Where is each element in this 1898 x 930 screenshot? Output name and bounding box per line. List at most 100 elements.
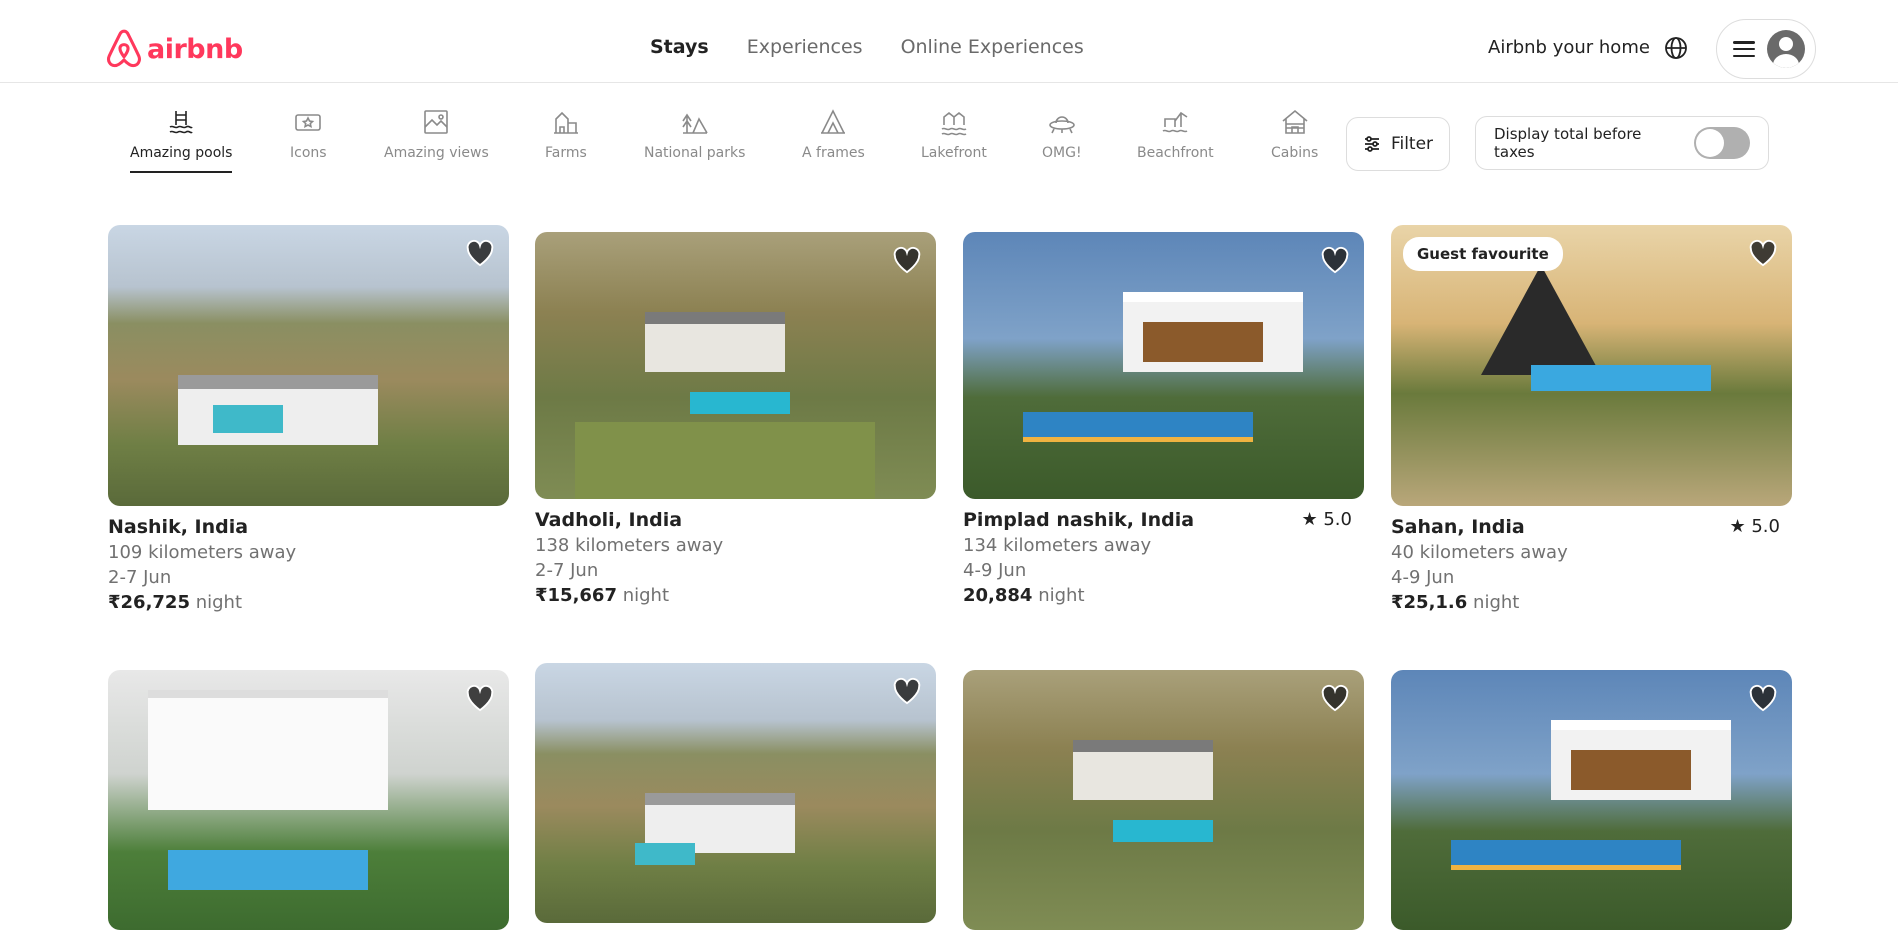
globe-icon[interactable] [1664,36,1688,60]
listing-card[interactable]: Guest favourite Sahan, India ★ 5.0 40 ki… [1391,225,1792,613]
filter-button[interactable]: Filter [1346,117,1450,171]
rating-value: 5.0 [1323,509,1352,530]
airbnb-your-home-link[interactable]: Airbnb your home [1488,37,1650,58]
hamburger-icon [1733,41,1755,57]
heart-icon[interactable] [892,677,922,705]
price-unit: night [1473,592,1520,613]
category-label: A frames [802,145,865,161]
listing-photo[interactable] [963,232,1364,499]
listing-title: Vadholi, India [535,509,683,531]
aframe-icon [821,109,846,134]
category-label: National parks [644,145,746,161]
guest-favourite-badge: Guest favourite [1403,237,1563,271]
category-icons[interactable]: Icons [290,107,327,161]
heart-icon[interactable] [1748,684,1778,712]
lakefront-icon [941,111,967,136]
tax-toggle-label: Display total before taxes [1494,125,1642,161]
tax-display-box: Display total before taxes [1475,116,1769,170]
category-label: Beachfront [1137,145,1214,161]
category-amazing-pools[interactable]: Amazing pools [130,107,233,173]
listing-photo[interactable] [108,225,509,506]
listing-dates: 2-7 Jun [535,560,599,581]
listing-rating: ★ 5.0 [1301,509,1352,530]
listing-photo[interactable] [535,232,936,499]
category-label: Lakefront [921,145,987,161]
category-a-frames[interactable]: A frames [802,107,865,161]
view-icon [424,110,449,134]
listing-dates: 4-9 Jun [963,560,1027,581]
price-unit: night [1038,585,1085,606]
listing-distance: 138 kilometers away [535,535,724,556]
category-lakefront[interactable]: Lakefront [921,107,987,161]
pool-icon [169,111,193,134]
category-beachfront[interactable]: Beachfront [1137,107,1214,161]
listing-card[interactable]: Pimplad nashik, India ★ 5.0 134 kilomete… [963,232,1364,606]
heart-icon[interactable] [465,684,495,712]
category-label: Cabins [1271,145,1319,161]
listing-title: Nashik, India [108,516,249,538]
category-label: OMG! [1042,145,1082,161]
listing-price: ₹26,725 night [108,592,509,613]
listing-photo[interactable]: Guest favourite [1391,225,1792,506]
price-unit: night [622,585,670,606]
listing-card[interactable] [108,670,509,930]
ticket-icon [295,114,322,131]
category-amazing-views[interactable]: Amazing views [384,107,489,161]
airbnb-logo[interactable]: airbnb [105,28,243,70]
nav-experiences[interactable]: Experiences [747,36,863,58]
price-unit: night [195,592,243,613]
listing-card[interactable]: Nashik, India 109 kilometers away 2-7 Ju… [108,225,509,613]
logo-wordmark: airbnb [147,33,243,65]
listing-photo[interactable] [1391,670,1792,930]
listing-card[interactable] [963,670,1364,930]
listing-price: 20,884 night [963,585,1364,606]
main-nav: Stays Experiences Online Experiences [650,36,1084,58]
heart-icon[interactable] [1748,239,1778,267]
category-cabins[interactable]: Cabins [1271,107,1318,161]
price-amount: ₹26,725 [108,592,190,613]
listing-card[interactable] [535,663,936,923]
listing-photo[interactable] [108,670,509,930]
listing-price: ₹25,1.6 night [1391,592,1792,613]
category-farms[interactable]: Farms [545,107,587,161]
category-label: Icons [290,145,327,161]
airbnb-logo-icon [107,29,141,68]
nav-online-experiences[interactable]: Online Experiences [901,36,1084,58]
listing-distance: 109 kilometers away [108,542,297,563]
category-label: Farms [545,145,587,161]
listing-card[interactable] [1391,670,1792,930]
avatar [1767,30,1805,68]
listing-distance: 134 kilometers away [963,535,1152,556]
user-menu-button[interactable] [1716,19,1816,79]
cabin-icon [1282,109,1308,134]
category-label: Amazing views [384,145,489,161]
ufo-icon [1048,116,1075,134]
farm-icon [553,111,578,134]
star-icon: ★ [1301,509,1318,530]
category-national-parks[interactable]: National parks [644,107,745,161]
beach-icon [1162,111,1188,133]
heart-icon[interactable] [1320,246,1350,274]
listing-price: ₹15,667 night [535,585,936,606]
price-amount: 20,884 [963,585,1033,606]
heart-icon[interactable] [892,246,922,274]
listing-rating: ★ 5.0 [1729,516,1780,537]
category-omg[interactable]: OMG! [1042,107,1082,161]
listing-dates: 2-7 Jun [108,567,172,588]
top-header: airbnb Stays Experiences Online Experien… [0,0,1898,83]
listing-photo[interactable] [535,663,936,923]
park-icon [682,113,708,134]
heart-icon[interactable] [465,239,495,267]
price-amount: ₹25,1.6 [1391,592,1468,613]
nav-stays[interactable]: Stays [650,36,709,58]
price-amount: ₹15,667 [535,585,617,606]
listing-distance: 40 kilometers away [1391,542,1568,563]
rating-value: 5.0 [1751,516,1780,537]
listing-card[interactable]: Vadholi, India 138 kilometers away 2-7 J… [535,232,936,606]
tax-toggle-switch[interactable] [1694,127,1750,159]
listing-dates: 4-9 Jun [1391,567,1455,588]
sliders-icon [1364,136,1379,152]
star-icon: ★ [1729,516,1746,537]
listing-photo[interactable] [963,670,1364,930]
heart-icon[interactable] [1320,684,1350,712]
